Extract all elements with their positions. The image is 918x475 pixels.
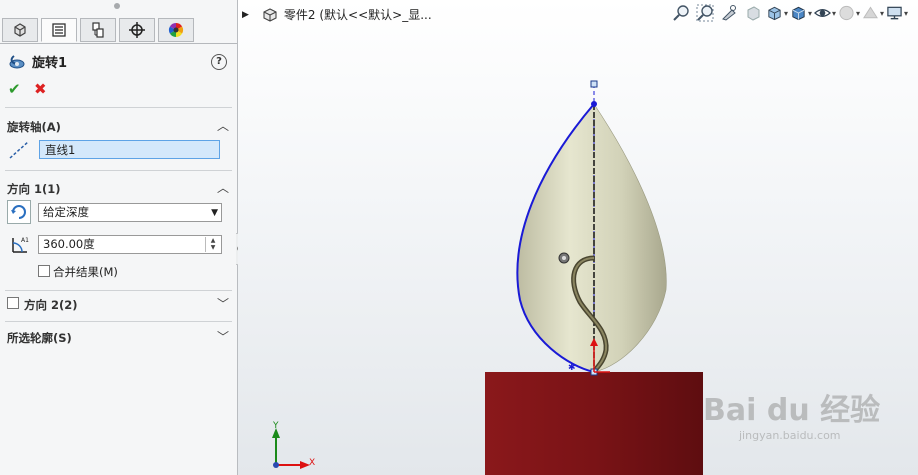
axis-section-title: 旋转轴(A) <box>7 120 61 134</box>
divider <box>5 290 232 291</box>
axis-endpoint-top[interactable] <box>590 80 598 88</box>
selected-contours-header[interactable]: 所选轮廓(S) ﹀ <box>0 326 237 348</box>
watermark-url: jingyan.baidu.com <box>739 429 841 442</box>
property-manager-icon <box>52 23 66 37</box>
triad-y-label: Y <box>273 421 279 431</box>
triad-origin <box>273 462 279 468</box>
reverse-direction-icon <box>11 205 26 219</box>
end-condition-value: 给定深度 <box>43 205 89 219</box>
crosshair-icon <box>129 22 145 38</box>
angle-input[interactable]: 360.00度 ▲ ▼ <box>38 235 222 254</box>
chevron-up-icon[interactable]: ︿ <box>217 117 229 134</box>
color-wheel-icon <box>168 22 184 38</box>
tab-underline <box>0 43 237 44</box>
tab-dimxpert-manager[interactable] <box>119 18 155 42</box>
axis-section-header[interactable]: 旋转轴(A) ︿ <box>0 115 237 137</box>
spin-up-icon[interactable]: ▲ <box>206 237 220 244</box>
chevron-up-icon[interactable]: ︿ <box>217 179 229 196</box>
graphics-viewport[interactable]: ▶ 零件2 (默认<<默认>_显... ▾ ▾ ▾ ▾ ▾ ▾ ✱ Y X Ba… <box>238 0 918 475</box>
angle-spinner[interactable]: ▲ ▼ <box>205 237 220 252</box>
rotation-axis-field[interactable]: 直线1 <box>39 140 220 159</box>
manager-tabs <box>2 18 197 44</box>
spin-down-icon[interactable]: ▼ <box>206 244 220 251</box>
revolve-feature-icon <box>9 54 25 68</box>
divider <box>5 321 232 322</box>
reverse-direction-button[interactable] <box>7 200 31 224</box>
base-block[interactable] <box>485 372 703 475</box>
watermark-title: Bai du 经验 <box>703 393 881 428</box>
dropdown-arrow-icon[interactable]: ▼ <box>211 205 218 222</box>
feature-tree-icon <box>14 23 26 37</box>
feature-title-row: 旋转1 <box>8 52 67 71</box>
selected-contours-title: 所选轮廓(S) <box>7 331 72 345</box>
watermark: Bai du 经验 jingyan.baidu.com <box>703 385 880 442</box>
chevron-down-icon[interactable]: ﹀ <box>217 328 229 345</box>
chevron-down-icon[interactable]: ﹀ <box>217 295 229 312</box>
tab-configuration-manager[interactable] <box>80 18 116 42</box>
angle-value: 360.00度 <box>43 237 95 251</box>
direction2-title: 方向 2(2) <box>24 298 78 312</box>
axis-line-icon <box>9 141 29 159</box>
divider <box>5 107 232 108</box>
divider <box>5 170 232 171</box>
help-button[interactable]: ? <box>211 54 227 70</box>
property-manager-panel: 旋转1 ? ✔ ✖ 旋转轴(A) ︿ 直线1 方向 1(1) ︿ 给定深度 ▼ … <box>0 0 238 475</box>
cancel-button[interactable]: ✖ <box>34 80 47 98</box>
merge-result-checkbox[interactable] <box>38 265 50 277</box>
direction2-section-header[interactable]: 方向 2(2) ﹀ <box>0 293 237 315</box>
tab-feature-manager[interactable] <box>2 18 38 42</box>
triad-x-label: X <box>309 458 316 468</box>
revolved-shell[interactable] <box>517 103 667 373</box>
rotation-handle-center <box>562 256 566 260</box>
tab-property-manager[interactable] <box>41 18 77 42</box>
feature-title: 旋转1 <box>32 56 68 71</box>
direction2-checkbox[interactable] <box>7 297 19 309</box>
direction1-section-header[interactable]: 方向 1(1) ︿ <box>0 177 237 199</box>
end-condition-select[interactable]: 给定深度 ▼ <box>38 203 222 222</box>
merge-result-label: 合并结果(M) <box>53 265 118 279</box>
tab-display-manager[interactable] <box>158 18 194 42</box>
panel-grip[interactable] <box>114 3 120 9</box>
ok-button[interactable]: ✔ <box>8 80 21 98</box>
coincident-marker: ✱ <box>568 363 576 373</box>
direction1-title: 方向 1(1) <box>7 182 61 196</box>
svg-text:A1: A1 <box>21 237 29 244</box>
configuration-icon <box>92 22 104 38</box>
angle-icon: A1 <box>12 237 29 253</box>
profile-endpoint[interactable] <box>591 101 597 107</box>
